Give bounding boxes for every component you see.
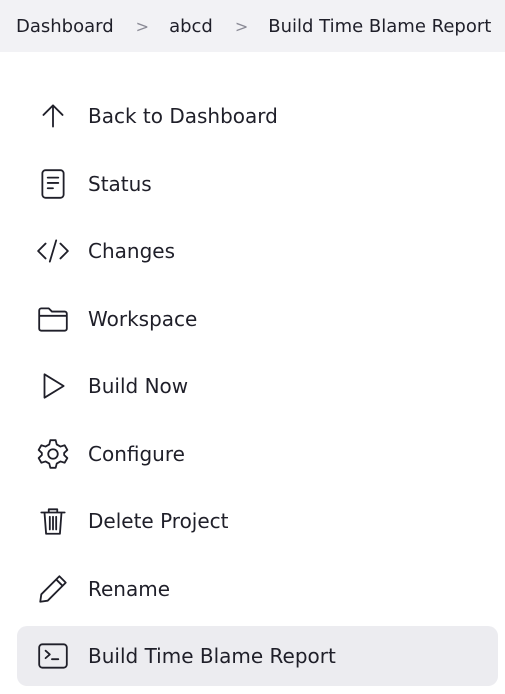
breadcrumb-separator: > xyxy=(135,16,150,36)
sidebar-item-configure[interactable]: Configure xyxy=(17,424,498,484)
folder-icon xyxy=(35,301,71,337)
breadcrumb-current-page[interactable]: Build Time Blame Report xyxy=(268,16,491,37)
sidebar-item-build-now[interactable]: Build Now xyxy=(17,356,498,416)
sidebar-item-back-to-dashboard[interactable]: Back to Dashboard xyxy=(17,86,498,146)
sidebar-item-label: Configure xyxy=(88,441,185,466)
sidebar-item-rename[interactable]: Rename xyxy=(17,559,498,619)
sidebar-item-label: Changes xyxy=(88,239,175,263)
code-icon xyxy=(35,233,71,269)
sidebar-item-changes[interactable]: Changes xyxy=(17,221,498,281)
sidebar-item-label: Back to Dashboard xyxy=(88,104,278,128)
sidebar-item-workspace[interactable]: Workspace xyxy=(17,289,498,349)
sidebar-item-build-time-blame-report[interactable]: Build Time Blame Report xyxy=(17,626,498,686)
arrow-up-icon xyxy=(35,98,71,134)
pencil-icon xyxy=(35,571,71,607)
breadcrumb: Dashboard > abcd > Build Time Blame Repo… xyxy=(0,0,505,52)
sidebar-item-label: Build Now xyxy=(88,374,189,398)
breadcrumb-dashboard[interactable]: Dashboard xyxy=(16,16,114,37)
terminal-icon xyxy=(35,638,71,674)
play-icon xyxy=(35,368,71,404)
sidebar-item-label: Workspace xyxy=(88,306,198,331)
breadcrumb-separator: > xyxy=(234,16,249,36)
sidebar-item-label: Build Time Blame Report xyxy=(88,644,336,668)
sidebar-item-delete-project[interactable]: Delete Project xyxy=(17,491,498,551)
side-panel-tasks: Back to Dashboard Status Changes Workspa… xyxy=(17,86,498,694)
sidebar-item-label: Rename xyxy=(88,576,171,601)
breadcrumb-project[interactable]: abcd xyxy=(169,16,213,37)
sidebar-item-status[interactable]: Status xyxy=(17,154,498,214)
gear-icon xyxy=(35,436,71,472)
sidebar-item-label: Delete Project xyxy=(88,509,229,533)
document-icon xyxy=(35,166,71,202)
sidebar-item-label: Status xyxy=(88,171,152,196)
trash-icon xyxy=(35,503,71,539)
